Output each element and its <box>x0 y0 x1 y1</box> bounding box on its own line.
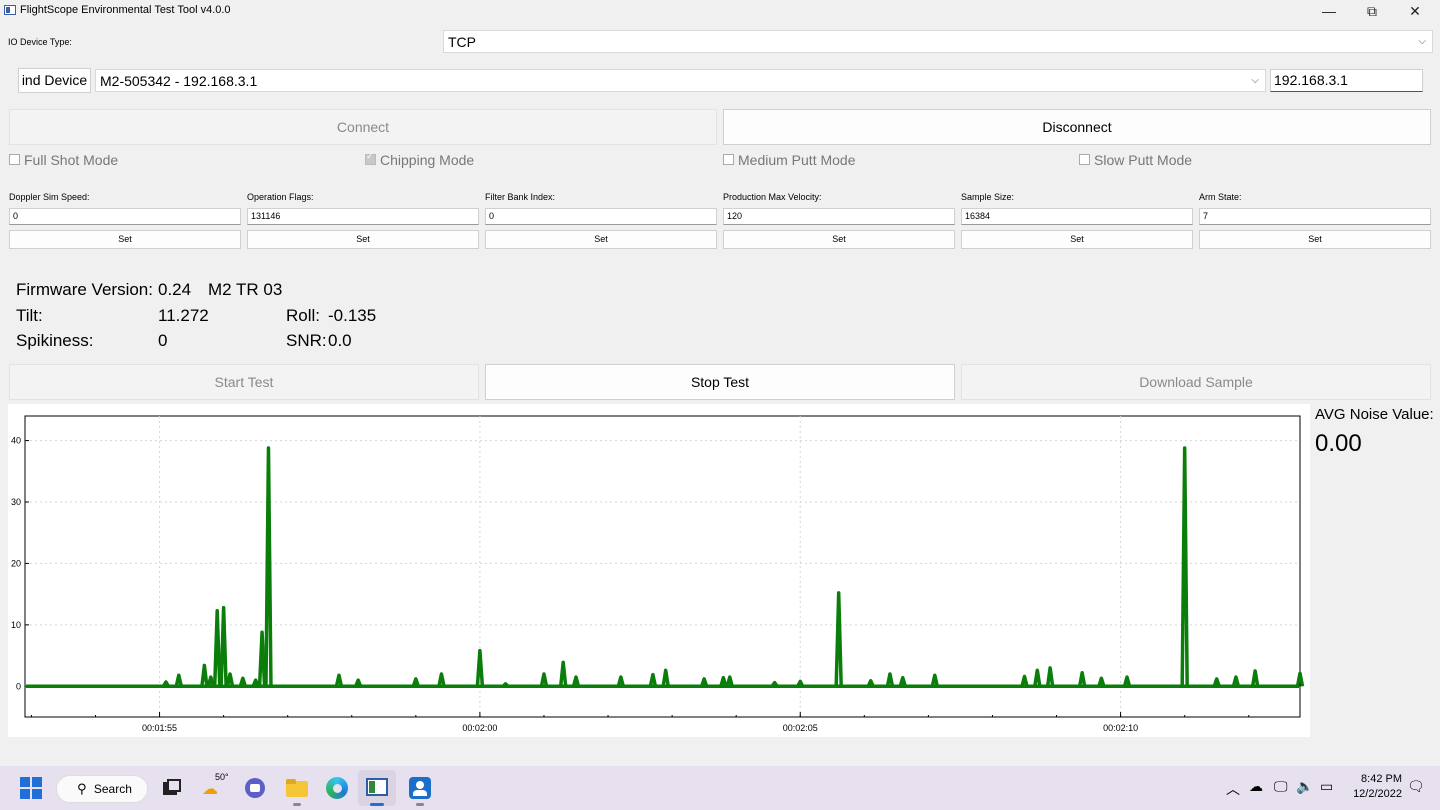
roll-label: Roll: <box>286 306 321 325</box>
checkbox-icon <box>9 154 20 165</box>
network-icon[interactable]: 🖵 <box>1274 778 1288 795</box>
slow-putt-mode-label: Slow Putt Mode <box>1094 152 1193 168</box>
doppler-sim-speed-input[interactable]: 0 <box>9 208 241 225</box>
windows-start-icon[interactable] <box>20 777 42 799</box>
full-shot-mode-label: Full Shot Mode <box>24 152 119 168</box>
doppler-sim-speed-set-button[interactable]: Set <box>9 230 241 249</box>
full-shot-mode-checkbox[interactable]: Full Shot Mode <box>9 152 118 168</box>
arm-state-input[interactable]: 7 <box>1199 208 1431 225</box>
chevron-down-icon: ⌵ <box>1418 36 1426 47</box>
chipping-mode-checkbox[interactable]: Chipping Mode <box>365 151 475 168</box>
ip-address-input[interactable]: 192.168.3.1 <box>1270 69 1423 92</box>
filter-bank-index-input[interactable]: 0 <box>485 208 717 225</box>
snr-value: 0.0 <box>328 331 352 350</box>
connect-button[interactable]: Connect <box>9 109 717 145</box>
disconnect-button[interactable]: Disconnect <box>723 109 1431 145</box>
operation-flags-set-button[interactable]: Set <box>247 230 479 249</box>
weather-temp: 50° <box>215 772 229 782</box>
app-icon <box>4 5 16 15</box>
tilt-label: Tilt: <box>16 306 43 325</box>
production-max-velocity-input[interactable]: 120 <box>723 208 955 225</box>
find-device-button[interactable]: ind Device <box>18 68 91 93</box>
checkbox-checked-icon <box>365 151 376 165</box>
task-view-icon[interactable] <box>160 777 182 799</box>
y-tick-label: 0 <box>16 681 21 691</box>
avg-noise-label: AVG Noise Value: <box>1315 406 1434 423</box>
avg-noise-value: 0.00 <box>1315 430 1362 457</box>
firmware-version-value: 0.24 <box>158 280 192 299</box>
weather-icon[interactable]: ☁ 50° <box>202 772 236 799</box>
battery-icon[interactable]: ▭ <box>1320 778 1333 795</box>
test-tool-taskbar-button[interactable] <box>358 770 396 806</box>
taskbar: ⚲ Search ☁ 50° ︿ ☁ 🖵 🔈 ▭ 8:42 PM 12/2/20… <box>0 766 1440 810</box>
snr-label: SNR: <box>286 331 327 350</box>
tilt-value: 11.272 <box>158 306 209 325</box>
spikiness-label: Spikiness: <box>16 331 94 350</box>
x-tick-label: 00:02:05 <box>783 723 818 733</box>
edge-browser-icon[interactable] <box>326 777 348 799</box>
y-tick-label: 20 <box>11 558 21 568</box>
device-select-value: M2-505342 - 192.168.3.1 <box>100 73 258 89</box>
volume-icon[interactable]: 🔈 <box>1296 778 1313 795</box>
device-select[interactable]: M2-505342 - 192.168.3.1 ⌵ <box>95 69 1266 92</box>
maximize-button[interactable]: ⧉ <box>1349 0 1395 22</box>
show-hidden-icons-chevron-icon[interactable]: ︿ <box>1226 779 1240 799</box>
sample-size-set-button[interactable]: Set <box>961 230 1193 249</box>
onedrive-cloud-icon[interactable]: ☁ <box>1249 778 1263 795</box>
filter-bank-index-label: Filter Bank Index: <box>485 192 556 202</box>
series-spike <box>501 682 510 688</box>
sample-size-label: Sample Size: <box>961 192 1015 202</box>
teams-chat-icon[interactable] <box>244 777 266 799</box>
filter-bank-index-set-button[interactable]: Set <box>485 230 717 249</box>
taskbar-search-label: Search <box>93 782 132 796</box>
close-button[interactable]: ✕ <box>1392 0 1438 22</box>
y-tick-label: 40 <box>11 436 21 446</box>
firmware-version-label: Firmware Version: <box>16 280 153 299</box>
stop-test-button[interactable]: Stop Test <box>485 364 955 400</box>
chevron-down-icon: ⌵ <box>1251 75 1259 86</box>
sample-size-input[interactable]: 16384 <box>961 208 1193 225</box>
notification-icon[interactable]: 🗨 <box>1407 778 1425 795</box>
operation-flags-label: Operation Flags: <box>247 192 314 202</box>
download-sample-button[interactable]: Download Sample <box>961 364 1431 400</box>
checkbox-icon <box>1079 154 1090 165</box>
remote-app-icon[interactable] <box>409 777 431 806</box>
noise-plot-svg: 0 10 20 30 40 00:01:55 00:02:00 00:02:05 00:02:1… <box>11 415 1305 733</box>
x-tick-label: 00:02:00 <box>462 723 497 733</box>
production-max-velocity-label: Production Max Velocity: <box>723 192 822 202</box>
y-tick-label: 30 <box>11 497 21 507</box>
start-test-button[interactable]: Start Test <box>9 364 479 400</box>
slow-putt-mode-checkbox[interactable]: Slow Putt Mode <box>1079 152 1192 168</box>
clock-time[interactable]: 8:42 PM <box>1344 773 1402 785</box>
x-tick-label: 00:01:55 <box>142 723 177 733</box>
doppler-sim-speed-label: Doppler Sim Speed: <box>9 192 90 202</box>
taskbar-search[interactable]: ⚲ Search <box>56 775 148 803</box>
file-explorer-icon[interactable] <box>286 777 308 806</box>
x-tick-label: 00:02:10 <box>1103 723 1138 733</box>
medium-putt-mode-checkbox[interactable]: Medium Putt Mode <box>723 152 856 168</box>
spikiness-value: 0 <box>158 331 168 350</box>
noise-plot: 0 10 20 30 40 00:01:55 00:02:00 00:02:05 00:02:1… <box>8 404 1310 737</box>
medium-putt-mode-label: Medium Putt Mode <box>738 152 856 168</box>
arm-state-set-button[interactable]: Set <box>1199 230 1431 249</box>
title-bar: FlightScope Environmental Test Tool v4.0… <box>0 0 1440 22</box>
operation-flags-input[interactable]: 131146 <box>247 208 479 225</box>
window-title: FlightScope Environmental Test Tool v4.0… <box>20 4 231 16</box>
roll-value: -0.135 <box>328 306 377 325</box>
arm-state-label: Arm State: <box>1199 192 1242 202</box>
clock-date[interactable]: 12/2/2022 <box>1344 788 1402 800</box>
checkbox-icon <box>723 154 734 165</box>
production-max-velocity-set-button[interactable]: Set <box>723 230 955 249</box>
minimize-button[interactable]: — <box>1306 0 1352 22</box>
io-device-type-label: IO Device Type: <box>8 37 72 47</box>
y-tick-label: 10 <box>11 620 21 630</box>
chipping-mode-label: Chipping Mode <box>380 152 475 168</box>
device-model: M2 TR 03 <box>208 280 283 299</box>
io-device-type-value: TCP <box>448 34 476 50</box>
io-device-type-select[interactable]: TCP ⌵ <box>443 30 1433 53</box>
search-icon: ⚲ <box>77 781 87 796</box>
